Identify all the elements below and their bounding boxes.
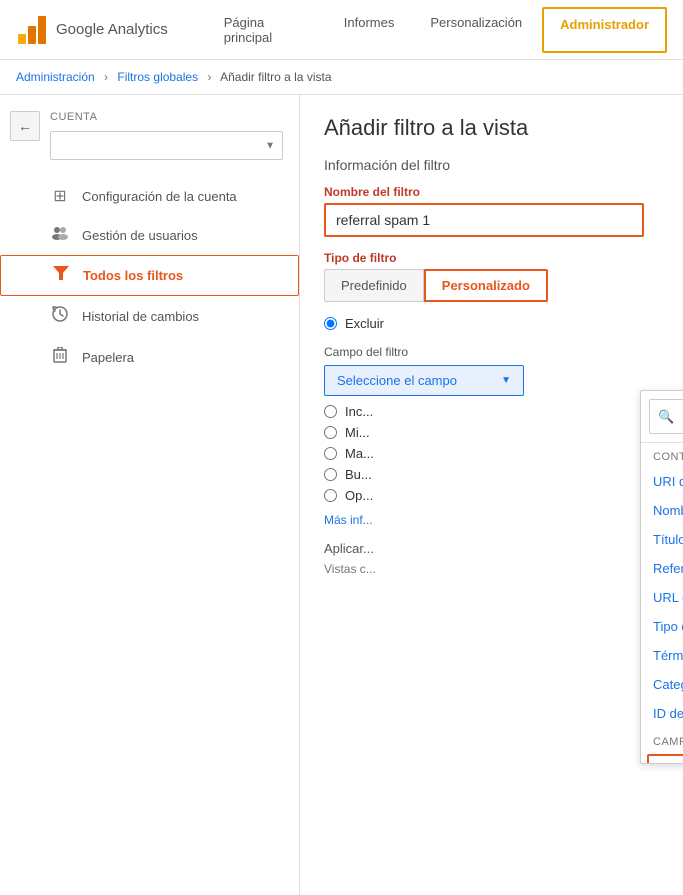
nav-administrador[interactable]: Administrador: [542, 7, 667, 53]
filter-type-section: Tipo de filtro Predefinido Personalizado: [324, 251, 659, 302]
dropdown-panel: 🔍 CONTENIDO Y TRÁFICO URI de la solicitu…: [640, 390, 683, 764]
config-cuenta-icon: ⊞: [50, 186, 70, 206]
radio-incluir-label: Inc...: [345, 404, 373, 419]
search-magnifier-icon: 🔍: [658, 409, 674, 425]
aplicar-label: Aplicar...: [324, 541, 374, 556]
sidebar-item-gestion-usuarios[interactable]: Gestión de usuarios: [0, 216, 299, 255]
campo-label: Campo del filtro: [324, 345, 659, 359]
radio-mayuscula-input[interactable]: [324, 447, 337, 460]
radio-minuscula-input[interactable]: [324, 426, 337, 439]
radio-incluir: Inc...: [324, 404, 659, 419]
sidebar-item-label-gestion: Gestión de usuarios: [82, 228, 198, 243]
dropdown-item-fuente-campana[interactable]: Fuente de la campaña: [647, 754, 683, 763]
campo-select-button[interactable]: Seleccione el campo ▼: [324, 365, 524, 396]
radio-buscar-input[interactable]: [324, 468, 337, 481]
account-select[interactable]: [50, 131, 283, 160]
sidebar-item-label-filtros: Todos los filtros: [83, 268, 183, 283]
content-area: Añadir filtro a la vista Información del…: [300, 95, 683, 895]
dropdown-item-id-seguimiento[interactable]: ID de seguimiento de la propiedad fuente: [641, 699, 683, 728]
campo-select-label: Seleccione el campo: [337, 373, 457, 388]
dropdown-item-url-destino[interactable]: URL de destino de la campaña: [641, 583, 683, 612]
dropdown-item-uri[interactable]: URI de la solicitud: [641, 467, 683, 496]
sidebar-item-label-config: Configuración de la cuenta: [82, 189, 237, 204]
search-wrapper: 🔍: [649, 399, 683, 434]
nav-informes[interactable]: Informes: [328, 7, 411, 53]
dropdown-item-termino-busqueda[interactable]: Término de búsqueda: [641, 641, 683, 670]
breadcrumb-filtros[interactable]: Filtros globales: [117, 70, 198, 84]
radio-excluir-label: Excluir: [345, 316, 384, 331]
dropdown-item-nombre-host[interactable]: Nombre del host: [641, 496, 683, 525]
campo-select-arrow: ▼: [501, 375, 511, 386]
nav-personalizacion[interactable]: Personalización: [414, 7, 538, 53]
logo-text: Google Analytics: [56, 21, 168, 38]
sidebar-item-papelera[interactable]: Papelera: [0, 337, 299, 378]
filter-btn-personalizado[interactable]: Personalizado: [424, 269, 548, 302]
breadcrumb-sep-2: ›: [207, 70, 211, 84]
filter-name-input[interactable]: [324, 203, 644, 237]
radio-opciones: Op...: [324, 488, 659, 503]
filter-type-label: Tipo de filtro: [324, 251, 659, 265]
filter-name-field: Nombre del filtro: [324, 185, 659, 237]
radio-excluir-input[interactable]: [324, 317, 337, 330]
sidebar: ← CUENTA ⊞ Configuración de la cuenta Ge…: [0, 95, 300, 895]
papelera-icon: [50, 347, 70, 368]
account-select-wrapper[interactable]: [50, 131, 283, 160]
dropdown-category-contenido: CONTENIDO Y TRÁFICO: [641, 443, 683, 467]
filter-type-buttons: Predefinido Personalizado: [324, 269, 659, 302]
sidebar-item-todos-filtros[interactable]: Todos los filtros: [0, 255, 299, 296]
logo-area: Google Analytics: [16, 14, 168, 46]
radio-minuscula: Mi...: [324, 425, 659, 440]
radio-minuscula-label: Mi...: [345, 425, 370, 440]
filter-name-label: Nombre del filtro: [324, 185, 659, 199]
dropdown-search-area: 🔍: [641, 391, 683, 443]
sidebar-item-label-historial: Historial de cambios: [82, 309, 199, 324]
aplicar-section: Aplicar... Vistas c...: [324, 541, 659, 576]
sidebar-item-historial[interactable]: Historial de cambios: [0, 296, 299, 337]
back-button[interactable]: ←: [10, 111, 40, 141]
filter-btn-predefinido[interactable]: Predefinido: [324, 269, 424, 302]
cuenta-label: CUENTA: [0, 111, 299, 131]
historial-icon: [50, 306, 70, 327]
radio-buscar: Bu...: [324, 467, 659, 482]
campo-section: Campo del filtro Seleccione el campo ▼: [324, 345, 659, 396]
radio-opciones-label: Op...: [345, 488, 373, 503]
radio-mayuscula: Ma...: [324, 446, 659, 461]
vistas-label: Vistas c...: [324, 562, 659, 576]
radio-incluir-input[interactable]: [324, 405, 337, 418]
breadcrumb: Administración › Filtros globales › Añad…: [0, 60, 683, 95]
main-layout: ← CUENTA ⊞ Configuración de la cuenta Ge…: [0, 95, 683, 895]
radio-buscar-label: Bu...: [345, 467, 372, 482]
page-title: Añadir filtro a la vista: [324, 115, 659, 141]
todos-filtros-icon: [51, 266, 71, 285]
dropdown-item-tipo-hit[interactable]: Tipo de hit: [641, 612, 683, 641]
breadcrumb-sep-1: ›: [104, 70, 108, 84]
breadcrumb-administracion[interactable]: Administración: [16, 70, 95, 84]
logo-icon: [16, 14, 48, 46]
sidebar-item-config-cuenta[interactable]: ⊞ Configuración de la cuenta: [0, 176, 299, 216]
radio-opciones-input[interactable]: [324, 489, 337, 502]
dropdown-item-titulo-pagina[interactable]: Título de la página: [641, 525, 683, 554]
radio-mayuscula-label: Ma...: [345, 446, 374, 461]
dropdown-list: CONTENIDO Y TRÁFICO URI de la solicitud …: [641, 443, 683, 763]
filter-info-label: Información del filtro: [324, 157, 659, 173]
radio-group: Excluir Campo del filtro Seleccione el c…: [324, 316, 659, 503]
header: Google Analytics Página principal Inform…: [0, 0, 683, 60]
nav-bar: Página principal Informes Personalizació…: [208, 7, 667, 53]
breadcrumb-current: Añadir filtro a la vista: [220, 70, 331, 84]
radio-excluir: Excluir: [324, 316, 659, 331]
gestion-usuarios-icon: [50, 226, 70, 245]
dropdown-item-referencia[interactable]: Referencia: [641, 554, 683, 583]
dropdown-category-campana: CAMPAÑA O GRUPO DE ANUNCIOS: [641, 728, 683, 752]
nav-pagina-principal[interactable]: Página principal: [208, 7, 324, 53]
dropdown-item-categoria-busqueda[interactable]: Categoría de búsquedas en el sitio: [641, 670, 683, 699]
sidebar-item-label-papelera: Papelera: [82, 350, 134, 365]
mas-info-link[interactable]: Más inf...: [324, 513, 659, 527]
